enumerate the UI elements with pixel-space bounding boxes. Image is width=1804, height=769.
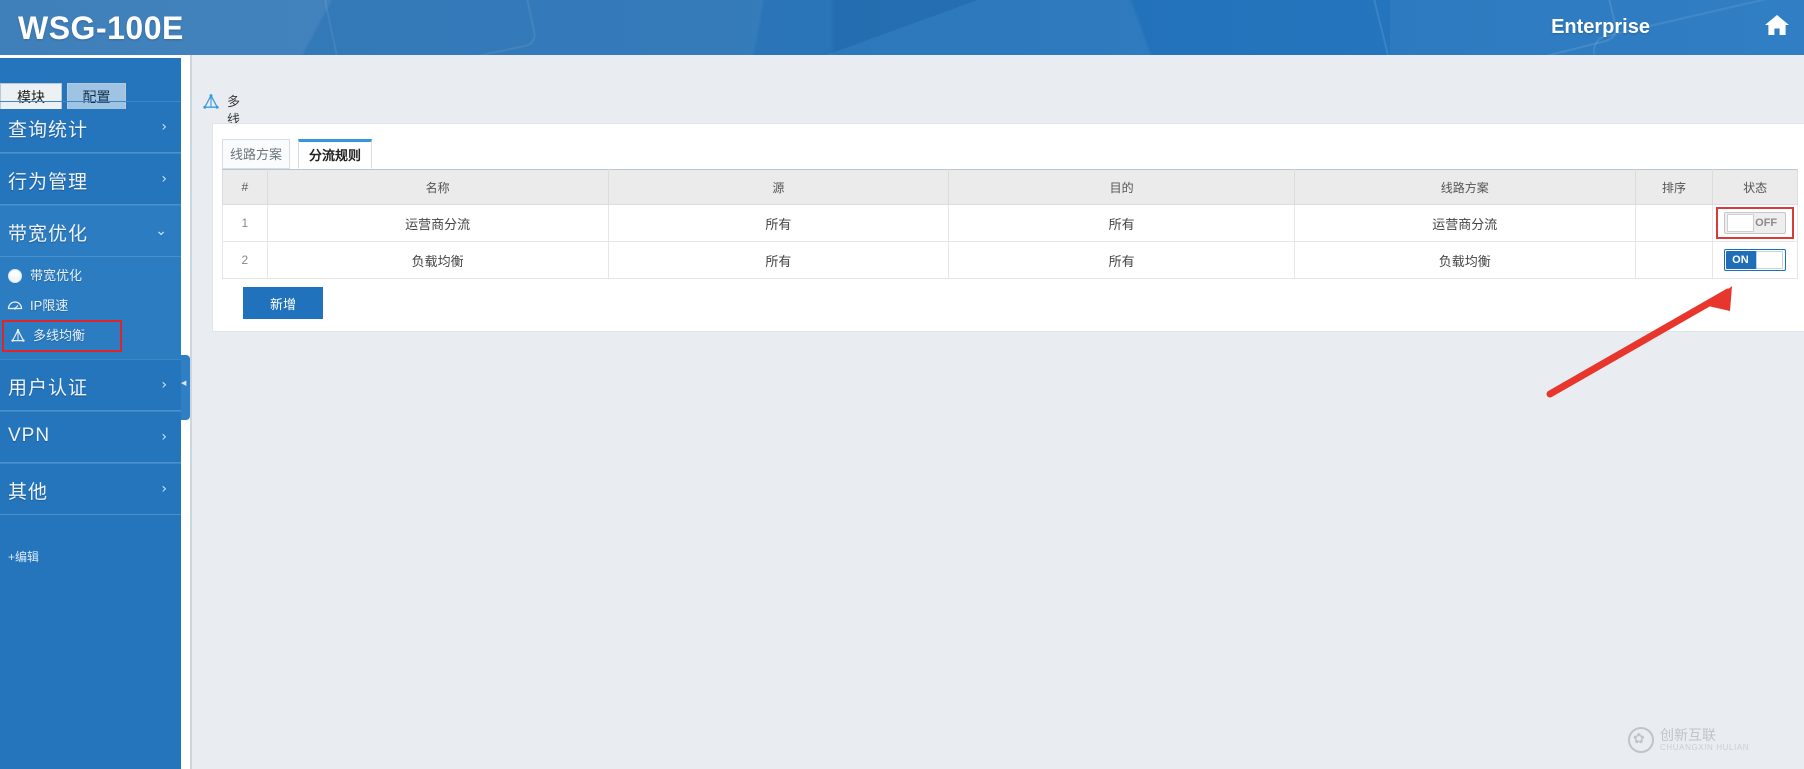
toggle-knob [1756,251,1784,269]
sidebar-item-label: IP限速 [30,298,69,313]
column-header-line-plan: 线路方案 [1293,169,1636,205]
content-panel: 线路方案 分流规则 # 名称 源 目的 线路方案 排序 状态 1 运营商分流 所… [212,123,1804,332]
sidebar-collapse-handle[interactable] [181,355,190,420]
sidebar-item-label: 多线均衡 [33,328,86,343]
watermark: 创新互联 CHUANGXIN HULIAN [1628,723,1790,757]
cell-status: ON [1712,241,1798,279]
chevron-right-icon: › [161,481,167,497]
sidebar-group-label: 带宽优化 [8,224,89,245]
sidebar-group-label: 行为管理 [8,172,89,193]
cell-status: OFF [1712,204,1798,242]
sidebar-group-user-auth[interactable]: 用户认证 › [0,359,181,411]
banner-decoration [322,0,538,55]
cell-line-plan: 运营商分流 [1293,204,1636,242]
sidebar-group-behavior-mgmt[interactable]: 行为管理 › [0,153,181,205]
sidebar: 模块 配置 查询统计 › 行为管理 › 带宽优化 ⌄ 带宽优化 IP限速 多线均… [0,55,181,769]
sidebar-tabstrip: 模块 配置 [0,58,181,109]
table-row[interactable]: 1 运营商分流 所有 所有 运营商分流 OFF [222,204,1798,242]
sidebar-group-vpn[interactable]: VPN › [0,411,181,463]
sidebar-group-bandwidth-optimization[interactable]: 带宽优化 ⌄ [0,205,181,257]
circle-gauge-icon [7,268,23,284]
column-header-sort: 排序 [1634,169,1714,205]
product-brand-title: WSG-100E [18,10,184,46]
sidebar-sublist-bandwidth: 带宽优化 IP限速 多线均衡 [0,257,181,359]
watermark-text: 创新互联 [1660,727,1716,743]
tab-distribution-rule[interactable]: 分流规则 [298,139,372,169]
cell-sort [1634,241,1714,279]
status-toggle-on[interactable]: ON [1724,249,1787,271]
sidebar-group-label: VPN [8,425,51,446]
cell-sort [1634,204,1714,242]
multi-line-balance-icon [10,328,26,344]
rules-table: # 名称 源 目的 线路方案 排序 状态 1 运营商分流 所有 所有 运营商分流… [222,169,1798,279]
page-content: 多线均衡 线路方案 分流规则 # 名称 源 目的 线路方案 [190,55,1804,769]
sidebar-item-multi-line-balance[interactable]: 多线均衡 [2,320,122,352]
cell-source: 所有 [607,241,950,279]
column-header-source: 源 [607,169,950,205]
sidebar-edit-link[interactable]: +编辑 [8,548,39,565]
watermark-subtext: CHUANGXIN HULIAN [1660,743,1750,752]
column-header-status: 状态 [1712,169,1798,205]
cell-destination: 所有 [948,241,1295,279]
chevron-right-icon: › [161,119,167,135]
cell-destination: 所有 [948,204,1295,242]
column-header-destination: 目的 [948,169,1295,205]
sidebar-group-label: 查询统计 [8,120,89,141]
home-icon[interactable] [1760,8,1794,42]
status-toggle-highlight: OFF [1716,207,1795,239]
sidebar-group-label: 用户认证 [8,378,89,399]
sidebar-group-other[interactable]: 其他 › [0,463,181,515]
chevron-right-icon: › [161,429,167,445]
cell-index: 2 [222,241,268,279]
sidebar-group-query-stats[interactable]: 查询统计 › [0,101,181,153]
toggle-label: OFF [1755,217,1778,229]
cell-line-plan: 负载均衡 [1293,241,1636,279]
account-label: Enterprise [1551,16,1650,38]
app-root: WSG-100E Enterprise 模块 配置 查询统计 › 行为管理 › … [0,0,1804,769]
cell-name: 负载均衡 [266,241,609,279]
tab-line-plan[interactable]: 线路方案 [222,139,290,169]
panel-tabs: 线路方案 分流规则 [222,139,1804,169]
toggle-knob [1727,214,1755,232]
column-header-index: # [222,169,268,205]
chevron-down-icon: ⌄ [155,223,167,239]
cell-index: 1 [222,204,268,242]
cell-name: 运营商分流 [266,204,609,242]
sidebar-item-bandwidth-optimization[interactable]: 带宽优化 [0,261,181,291]
flower-logo-icon [1628,727,1654,753]
multi-line-balance-icon [202,93,220,111]
column-header-name: 名称 [266,169,609,205]
add-button[interactable]: 新增 [243,287,323,319]
status-toggle-off[interactable]: OFF [1724,212,1787,234]
table-header-row: # 名称 源 目的 线路方案 排序 状态 [222,169,1798,205]
table-row[interactable]: 2 负载均衡 所有 所有 负载均衡 ON [222,241,1798,279]
toggle-label: ON [1732,254,1749,266]
top-banner: WSG-100E Enterprise [0,0,1804,55]
chevron-right-icon: › [161,377,167,393]
cell-source: 所有 [607,204,950,242]
sidebar-item-ip-rate-limit[interactable]: IP限速 [0,291,181,321]
sidebar-group-label: 其他 [8,482,49,503]
chevron-right-icon: › [161,171,167,187]
speedometer-icon [7,298,23,314]
sidebar-item-label: 带宽优化 [30,268,83,283]
